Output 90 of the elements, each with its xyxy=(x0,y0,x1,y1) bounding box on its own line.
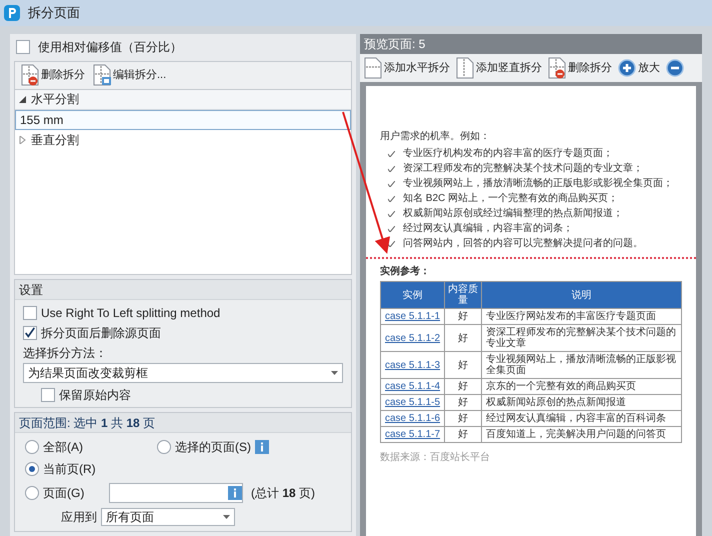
caret-icon xyxy=(331,371,338,375)
table-heading: 实例参考： xyxy=(380,265,431,278)
table-cell: 好 xyxy=(444,410,482,426)
table-cell[interactable]: case 5.1.1-2 xyxy=(380,324,445,352)
section-title: 页面范围: 选中 1 共 18 页 xyxy=(15,413,351,433)
table-cell: 好 xyxy=(444,394,482,410)
table-cell[interactable]: case 5.1.1-5 xyxy=(380,394,445,410)
apply-to-dropdown[interactable]: 所有页面 xyxy=(101,508,235,526)
tree-node[interactable]: 垂直分割 xyxy=(15,130,351,150)
field-label: 应用到 xyxy=(61,509,97,526)
radio-label: 全部(A) xyxy=(43,439,83,456)
checkbox-label: 保留原始内容 xyxy=(59,386,131,404)
column-header: 说明 xyxy=(481,282,682,308)
radio-button[interactable] xyxy=(25,440,39,454)
toolbar-button[interactable]: 添加竖直拆分 xyxy=(454,55,544,81)
table-cell: 资深工程师发布的完整解决某个技术问题的专业文章 xyxy=(481,324,682,352)
app-logo-icon xyxy=(4,5,20,21)
field-label: 选择拆分方法： xyxy=(23,345,108,360)
vertical-split-icon xyxy=(456,57,474,79)
checkmark-icon xyxy=(388,210,395,216)
split-delete-icon xyxy=(548,57,566,79)
toolbar-button[interactable]: 删除拆分 xyxy=(546,55,614,81)
radio-label: 当前页(R) xyxy=(43,461,96,478)
window-title: 拆分页面 xyxy=(28,4,80,22)
checkbox[interactable] xyxy=(23,306,37,320)
checkbox-label: 使用相对偏移值（百分比） xyxy=(38,39,182,56)
zoom-in-icon xyxy=(618,59,636,77)
info-icon[interactable] xyxy=(255,440,269,454)
table-cell[interactable]: case 5.1.1-6 xyxy=(380,410,445,426)
split-edit-icon xyxy=(93,64,111,86)
list-item: 专业医疗机构发布的内容丰富的医疗专题页面； xyxy=(403,147,613,160)
table-cell: 百度知道上，完美解决用户问题的问答页 xyxy=(481,426,682,442)
source-note: 数据来源：百度站长平台 xyxy=(380,451,491,464)
section-title: 设置 xyxy=(15,280,351,300)
page-total: (总计 18 页) xyxy=(251,485,316,502)
column-header: 实例 xyxy=(380,282,445,308)
pages-input-field[interactable] xyxy=(109,483,243,503)
checkbox[interactable] xyxy=(16,40,30,54)
table-cell[interactable]: case 5.1.1-3 xyxy=(380,352,445,378)
list-item: 专业视频网站上，播放清晰流畅的正版电影或影视全集页面； xyxy=(403,177,673,190)
table-cell: 好 xyxy=(444,426,482,442)
list-item: 经过网友认真编辑，内容丰富的词条； xyxy=(403,222,573,235)
table-cell: 权威新闻站原创的热点新闻报道 xyxy=(481,394,682,410)
checkmark-icon xyxy=(388,240,395,246)
radio-label: 页面(G) xyxy=(43,485,84,502)
method-dropdown[interactable]: 为结果页面改变裁剪框 xyxy=(23,363,343,383)
radio-button[interactable] xyxy=(25,486,39,500)
table-cell[interactable]: case 5.1.1-1 xyxy=(380,308,445,324)
table-cell: 好 xyxy=(444,378,482,394)
checkmark-icon xyxy=(388,196,395,202)
table-cell[interactable]: case 5.1.1-4 xyxy=(380,378,445,394)
table-cell: 专业医疗网站发布的丰富医疗专题页面 xyxy=(481,308,682,324)
radio-button[interactable] xyxy=(25,462,39,476)
table-cell[interactable]: case 5.1.1-7 xyxy=(380,426,445,442)
checkbox[interactable] xyxy=(23,326,37,340)
checkmark-icon xyxy=(388,180,395,186)
split-value-field[interactable]: 155 mm xyxy=(15,110,351,130)
column-header: 内容质量 xyxy=(444,282,482,308)
table-cell: 好 xyxy=(444,308,482,324)
info-icon[interactable] xyxy=(228,486,242,500)
checkmark-icon xyxy=(388,226,395,232)
table-cell: 经过网友认真编辑，内容丰富的百科词条 xyxy=(481,410,682,426)
toolbar-button[interactable]: 编辑拆分... xyxy=(91,62,168,88)
toolbar-button[interactable]: 放大 xyxy=(616,55,662,81)
toolbar-button[interactable]: 删除拆分 xyxy=(19,62,87,88)
checkmark-icon xyxy=(388,150,395,156)
list-item: 知名 B2C 网站上，一个完整有效的商品购买页； xyxy=(403,192,618,205)
checkbox-label: Use Right To Left splitting method xyxy=(41,304,220,322)
table-cell: 专业视频网站上，播放清晰流畅的正版影视全集页面 xyxy=(481,352,682,378)
radio-button[interactable] xyxy=(157,440,171,454)
checkmark-icon xyxy=(388,166,395,172)
preview-title: 预览页面: 5 xyxy=(360,34,702,54)
radio-label: 选择的页面(S) xyxy=(175,439,251,456)
checkbox-label: 拆分页面后删除源页面 xyxy=(41,324,161,342)
collapsed-triangle-icon[interactable] xyxy=(19,136,27,144)
list-item: 问答网站内，回答的内容可以完整解决提问者的问题。 xyxy=(403,237,643,250)
table-cell: 好 xyxy=(444,324,482,352)
list-item: 权威新闻站原创或经过编辑整理的热点新闻报道； xyxy=(403,207,623,220)
expanded-triangle-icon[interactable] xyxy=(19,96,27,103)
split-delete-icon xyxy=(21,64,39,86)
zoom-out-icon xyxy=(666,59,684,77)
table-cell: 京东的一个完整有效的商品购买页 xyxy=(481,378,682,394)
checkbox[interactable] xyxy=(41,388,55,402)
list-item: 资深工程师发布的完整解决某个技术问题的专业文章； xyxy=(403,162,643,175)
caret-icon xyxy=(223,515,230,519)
toolbar-button[interactable]: 添加水平拆分 xyxy=(362,55,452,81)
tree-node[interactable]: 水平分割 xyxy=(15,90,351,110)
horizontal-split-icon xyxy=(364,57,382,79)
paragraph: 用户需求的机率。例如： xyxy=(380,130,491,143)
table-cell: 好 xyxy=(444,352,482,378)
